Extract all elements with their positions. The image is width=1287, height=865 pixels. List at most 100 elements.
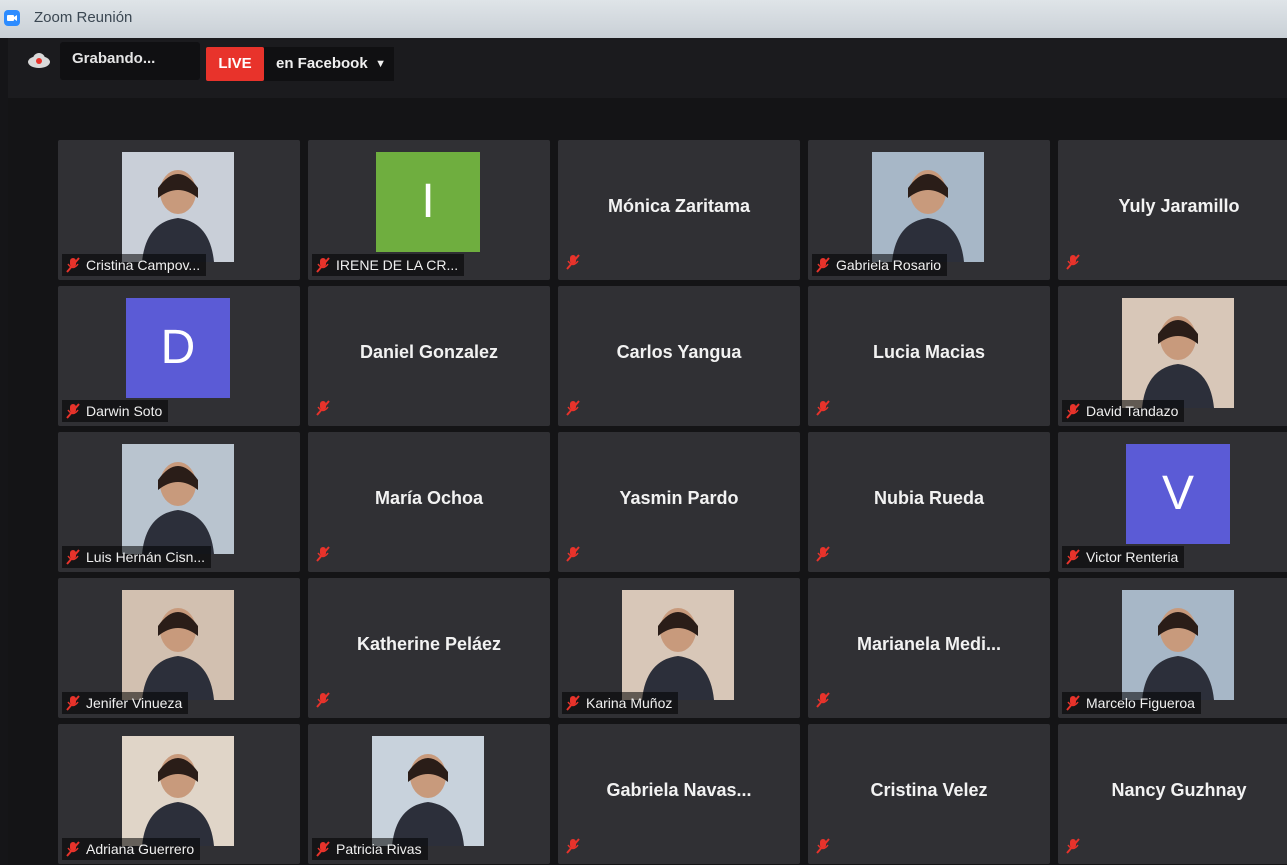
participant-name-label: David Tandazo bbox=[1062, 400, 1185, 422]
title-bar: Zoom Reunión bbox=[0, 0, 1287, 38]
participant-name: Patricia Rivas bbox=[336, 841, 422, 857]
mic-muted-icon bbox=[316, 841, 336, 857]
meeting-top-bar: Grabando... LIVE en Facebook ▼ bbox=[8, 38, 1287, 98]
window-title: Zoom Reunión bbox=[34, 9, 133, 26]
participant-name: Luis Hernán Cisn... bbox=[86, 549, 206, 565]
participant-tile[interactable]: Katherine Peláez bbox=[308, 578, 550, 718]
participant-name-label: Patricia Rivas bbox=[312, 838, 428, 860]
participant-name: Mónica Zaritama bbox=[607, 196, 751, 216]
participant-name-label: Jenifer Vinueza bbox=[62, 692, 189, 714]
live-destination-label: en Facebook bbox=[276, 55, 368, 72]
mic-muted-icon bbox=[316, 400, 336, 418]
participant-name: Yasmin Pardo bbox=[619, 488, 739, 508]
participant-tile[interactable]: Cristina Velez bbox=[808, 724, 1050, 864]
mic-muted-icon bbox=[566, 400, 586, 418]
participant-tile[interactable]: María Ochoa bbox=[308, 432, 550, 572]
mic-muted-icon bbox=[1066, 254, 1086, 272]
mic-muted-icon bbox=[816, 692, 836, 710]
participant-video bbox=[1122, 298, 1234, 408]
mic-muted-icon bbox=[1066, 403, 1086, 419]
participant-tile[interactable]: Gabriela Navas... bbox=[558, 724, 800, 864]
zoom-window: Zoom Reunión Grabando... LIVE en Faceboo… bbox=[0, 0, 1287, 865]
participant-name-label: Karina Muñoz bbox=[562, 692, 679, 714]
mic-muted-icon bbox=[566, 254, 586, 272]
mic-muted-icon bbox=[1066, 549, 1086, 565]
participant-name: Victor Renteria bbox=[1086, 549, 1179, 565]
participant-tile[interactable]: Jenifer Vinueza bbox=[58, 578, 300, 718]
mic-muted-icon bbox=[316, 257, 336, 273]
participant-video bbox=[622, 590, 734, 700]
participant-name: Marianela Medi... bbox=[856, 634, 1002, 654]
participant-name-label: IRENE DE LA CR... bbox=[312, 254, 465, 276]
participant-avatar: V bbox=[1126, 444, 1230, 544]
participant-name: Lucia Macias bbox=[872, 342, 986, 362]
participant-name: Cristina Campov... bbox=[86, 257, 201, 273]
participant-name: Daniel Gonzalez bbox=[359, 342, 499, 362]
participant-tile[interactable]: Cristina Campov... bbox=[58, 140, 300, 280]
participant-tile[interactable]: Nancy Guzhnay bbox=[1058, 724, 1287, 864]
live-badge: LIVE bbox=[206, 47, 264, 81]
mic-muted-icon bbox=[66, 695, 86, 711]
participant-video bbox=[372, 736, 484, 846]
live-destination-dropdown[interactable]: en Facebook ▼ bbox=[264, 47, 394, 81]
mic-muted-icon bbox=[816, 400, 836, 418]
participant-name: IRENE DE LA CR... bbox=[336, 257, 459, 273]
participant-name: Darwin Soto bbox=[86, 403, 163, 419]
participant-name: Adriana Guerrero bbox=[86, 841, 195, 857]
participant-tile[interactable]: Daniel Gonzalez bbox=[308, 286, 550, 426]
mic-muted-icon bbox=[566, 695, 586, 711]
participant-tile[interactable]: Marcelo Figueroa bbox=[1058, 578, 1287, 718]
participant-tile[interactable]: Marianela Medi... bbox=[808, 578, 1050, 718]
participant-tile[interactable]: Mónica Zaritama bbox=[558, 140, 800, 280]
participant-name: María Ochoa bbox=[374, 488, 484, 508]
participant-tile[interactable]: Adriana Guerrero bbox=[58, 724, 300, 864]
mic-muted-icon bbox=[1066, 695, 1086, 711]
participant-name: Carlos Yangua bbox=[616, 342, 742, 362]
mic-muted-icon bbox=[66, 841, 86, 857]
participant-name-label: Gabriela Rosario bbox=[812, 254, 948, 276]
participant-name: Yuly Jaramillo bbox=[1118, 196, 1240, 216]
participant-tile[interactable]: Lucia Macias bbox=[808, 286, 1050, 426]
participant-name-label: Victor Renteria bbox=[1062, 546, 1185, 568]
participant-tile[interactable]: V Victor Renteria bbox=[1058, 432, 1287, 572]
gallery-view: Cristina Campov... I IRENE DE LA CR... Móni… bbox=[8, 98, 1287, 865]
participant-tile[interactable]: Gabriela Rosario bbox=[808, 140, 1050, 280]
participant-tile[interactable]: Luis Hernán Cisn... bbox=[58, 432, 300, 572]
participant-name: Jenifer Vinueza bbox=[86, 695, 183, 711]
mic-muted-icon bbox=[316, 546, 336, 564]
mic-muted-icon bbox=[66, 549, 86, 565]
mic-muted-icon bbox=[816, 546, 836, 564]
participant-tile[interactable]: Karina Muñoz bbox=[558, 578, 800, 718]
participant-video bbox=[122, 736, 234, 846]
participant-tile[interactable]: Nubia Rueda bbox=[808, 432, 1050, 572]
recording-status-text: Grabando... bbox=[72, 50, 156, 67]
participant-tile[interactable]: Carlos Yangua bbox=[558, 286, 800, 426]
participant-tile[interactable]: I IRENE DE LA CR... bbox=[308, 140, 550, 280]
cloud-recording-icon bbox=[28, 53, 50, 68]
participant-video bbox=[122, 590, 234, 700]
participant-name: Katherine Peláez bbox=[356, 634, 502, 654]
mic-muted-icon bbox=[66, 403, 86, 419]
participant-tile[interactable]: Yuly Jaramillo bbox=[1058, 140, 1287, 280]
participant-name-label: Cristina Campov... bbox=[62, 254, 207, 276]
participant-tile[interactable]: Yasmin Pardo bbox=[558, 432, 800, 572]
participant-name-label: Luis Hernán Cisn... bbox=[62, 546, 212, 568]
participant-video bbox=[122, 152, 234, 262]
participant-name-label: Marcelo Figueroa bbox=[1062, 692, 1201, 714]
chevron-down-icon: ▼ bbox=[375, 58, 386, 70]
participant-name: Marcelo Figueroa bbox=[1086, 695, 1195, 711]
participant-video bbox=[1122, 590, 1234, 700]
participant-name: Gabriela Navas... bbox=[606, 780, 752, 800]
mic-muted-icon bbox=[66, 257, 86, 273]
participant-name: Nubia Rueda bbox=[873, 488, 984, 508]
participant-video bbox=[872, 152, 984, 262]
participant-name: Gabriela Rosario bbox=[836, 257, 942, 273]
participant-name: Cristina Velez bbox=[870, 780, 988, 800]
participant-name: Nancy Guzhnay bbox=[1111, 780, 1247, 800]
participant-tile[interactable]: David Tandazo bbox=[1058, 286, 1287, 426]
participant-avatar: I bbox=[376, 152, 480, 252]
participant-tile[interactable]: D Darwin Soto bbox=[58, 286, 300, 426]
participant-tile[interactable]: Patricia Rivas bbox=[308, 724, 550, 864]
participant-avatar: D bbox=[126, 298, 230, 398]
mic-muted-icon bbox=[316, 692, 336, 710]
